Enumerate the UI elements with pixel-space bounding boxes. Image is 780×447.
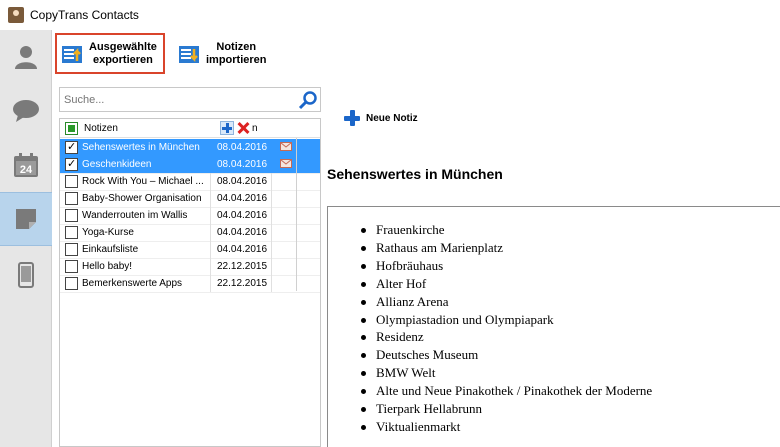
note-date: 08.04.2016 xyxy=(210,139,272,156)
messages-icon xyxy=(13,100,39,122)
select-all-checkbox[interactable] xyxy=(65,122,78,135)
new-note-label: Neue Notiz xyxy=(366,112,418,124)
list-item[interactable]: Geschenkideen 08.04.2016 xyxy=(60,156,320,173)
note-bullet-item: Allianz Arena xyxy=(358,293,652,311)
note-date: 22.12.2015 xyxy=(210,275,272,292)
mail-icon xyxy=(280,159,292,168)
note-name: Baby-Shower Organisation xyxy=(82,193,202,204)
mail-icon xyxy=(280,142,292,151)
header-col-fragment: n xyxy=(252,123,258,134)
list-header: Notizen n xyxy=(60,119,320,138)
search-box xyxy=(59,87,321,112)
note-editor[interactable]: Frauenkirche Rathaus am Marienplatz Hofbrä… xyxy=(327,206,780,447)
row-checkbox[interactable] xyxy=(65,243,78,256)
note-title: Sehenswertes in München xyxy=(327,166,503,182)
export-selected-button[interactable]: Ausgewählte exportieren xyxy=(55,33,165,74)
note-bullet-item: Residenz xyxy=(358,328,652,346)
note-date: 04.04.2016 xyxy=(210,207,272,224)
note-name: Wanderrouten im Wallis xyxy=(82,210,188,221)
note-bullet-item: BMW Welt xyxy=(358,364,652,382)
search-icon[interactable] xyxy=(298,90,318,110)
sidebar-item-phone[interactable] xyxy=(0,248,52,302)
note-bullet-item: Hofbräuhaus xyxy=(358,257,652,275)
list-item[interactable]: Rock With You – Michael ... 08.04.2016 xyxy=(60,173,320,190)
note-list: Frauenkirche Rathaus am Marienplatz Hofbrä… xyxy=(358,221,652,436)
note-bullet-item: Tierpark Hellabrunn xyxy=(358,400,652,418)
column-divider xyxy=(296,138,297,291)
note-date: 04.04.2016 xyxy=(210,224,272,241)
list-item[interactable]: Yoga-Kurse 04.04.2016 xyxy=(60,224,320,241)
note-bullet-item: Alte und Neue Pinakothek / Pinakothek de… xyxy=(358,382,652,400)
contacts-icon xyxy=(15,46,37,69)
plus-icon xyxy=(343,109,361,127)
note-name: Rock With You – Michael ... xyxy=(82,176,204,187)
import-icon xyxy=(179,45,199,63)
note-bullet-item: Frauenkirche xyxy=(358,221,652,239)
note-date: 08.04.2016 xyxy=(210,173,272,190)
import-label: Notizen importieren xyxy=(206,40,267,66)
note-name: Einkaufsliste xyxy=(82,244,139,255)
note-date: 04.04.2016 xyxy=(210,241,272,258)
calendar-icon: 24 xyxy=(14,153,38,177)
row-checkbox[interactable] xyxy=(65,175,78,188)
row-checkbox[interactable] xyxy=(65,277,78,290)
note-date: 04.04.2016 xyxy=(210,190,272,207)
header-actions: n xyxy=(220,121,290,136)
list-header-label: Notizen xyxy=(84,123,118,134)
notes-icon xyxy=(16,209,36,229)
import-notes-button[interactable]: Notizen importieren xyxy=(174,33,274,74)
export-label: Ausgewählte exportieren xyxy=(89,40,157,66)
app-logo-icon xyxy=(8,7,24,23)
calendar-day-label: 24 xyxy=(20,164,33,176)
note-name: Sehenswertes in München xyxy=(82,142,200,153)
window-title: CopyTrans Contacts xyxy=(30,8,139,22)
add-note-icon[interactable] xyxy=(220,121,234,135)
note-date: 22.12.2015 xyxy=(210,258,272,275)
note-name: Hello baby! xyxy=(82,261,133,272)
note-name: Geschenkideen xyxy=(82,159,152,170)
delete-note-icon[interactable] xyxy=(236,121,250,135)
row-checkbox[interactable] xyxy=(65,260,78,273)
list-item[interactable]: Hello baby! 22.12.2015 xyxy=(60,258,320,275)
new-note-button[interactable]: Neue Notiz xyxy=(343,108,418,128)
title-bar: CopyTrans Contacts xyxy=(0,0,780,30)
sidebar-item-contacts[interactable] xyxy=(0,30,52,84)
note-bullet-item: Rathaus am Marienplatz xyxy=(358,239,652,257)
phone-icon xyxy=(18,262,34,288)
sidebar: 24 xyxy=(0,30,52,447)
list-item[interactable]: Sehenswertes in München 08.04.2016 xyxy=(60,139,320,156)
sidebar-item-calendar[interactable]: 24 xyxy=(0,138,52,192)
row-checkbox[interactable] xyxy=(65,192,78,205)
note-name: Yoga-Kurse xyxy=(82,227,134,238)
row-checkbox[interactable] xyxy=(65,226,78,239)
note-bullet-item: Viktualienmarkt xyxy=(358,418,652,436)
note-date: 08.04.2016 xyxy=(210,156,272,173)
row-separator xyxy=(60,292,320,293)
note-bullet-item: Olympiastadion und Olympiapark xyxy=(358,311,652,329)
sidebar-item-messages[interactable] xyxy=(0,84,52,138)
sidebar-item-notes[interactable] xyxy=(0,192,52,246)
list-item[interactable]: Bemerkenswerte Apps 22.12.2015 xyxy=(60,275,320,292)
row-checkbox[interactable] xyxy=(65,157,78,171)
note-bullet-item: Alter Hof xyxy=(358,275,652,293)
notes-list: Notizen n Sehenswertes in München 08.04.2… xyxy=(59,118,321,447)
note-name: Bemerkenswerte Apps xyxy=(82,278,183,289)
search-input[interactable] xyxy=(64,91,294,109)
row-checkbox[interactable] xyxy=(65,209,78,222)
list-item[interactable]: Wanderrouten im Wallis 04.04.2016 xyxy=(60,207,320,224)
list-item[interactable]: Einkaufsliste 04.04.2016 xyxy=(60,241,320,258)
note-bullet-item: Deutsches Museum xyxy=(358,346,652,364)
row-checkbox[interactable] xyxy=(65,140,78,154)
list-item[interactable]: Baby-Shower Organisation 04.04.2016 xyxy=(60,190,320,207)
export-icon xyxy=(62,45,82,63)
